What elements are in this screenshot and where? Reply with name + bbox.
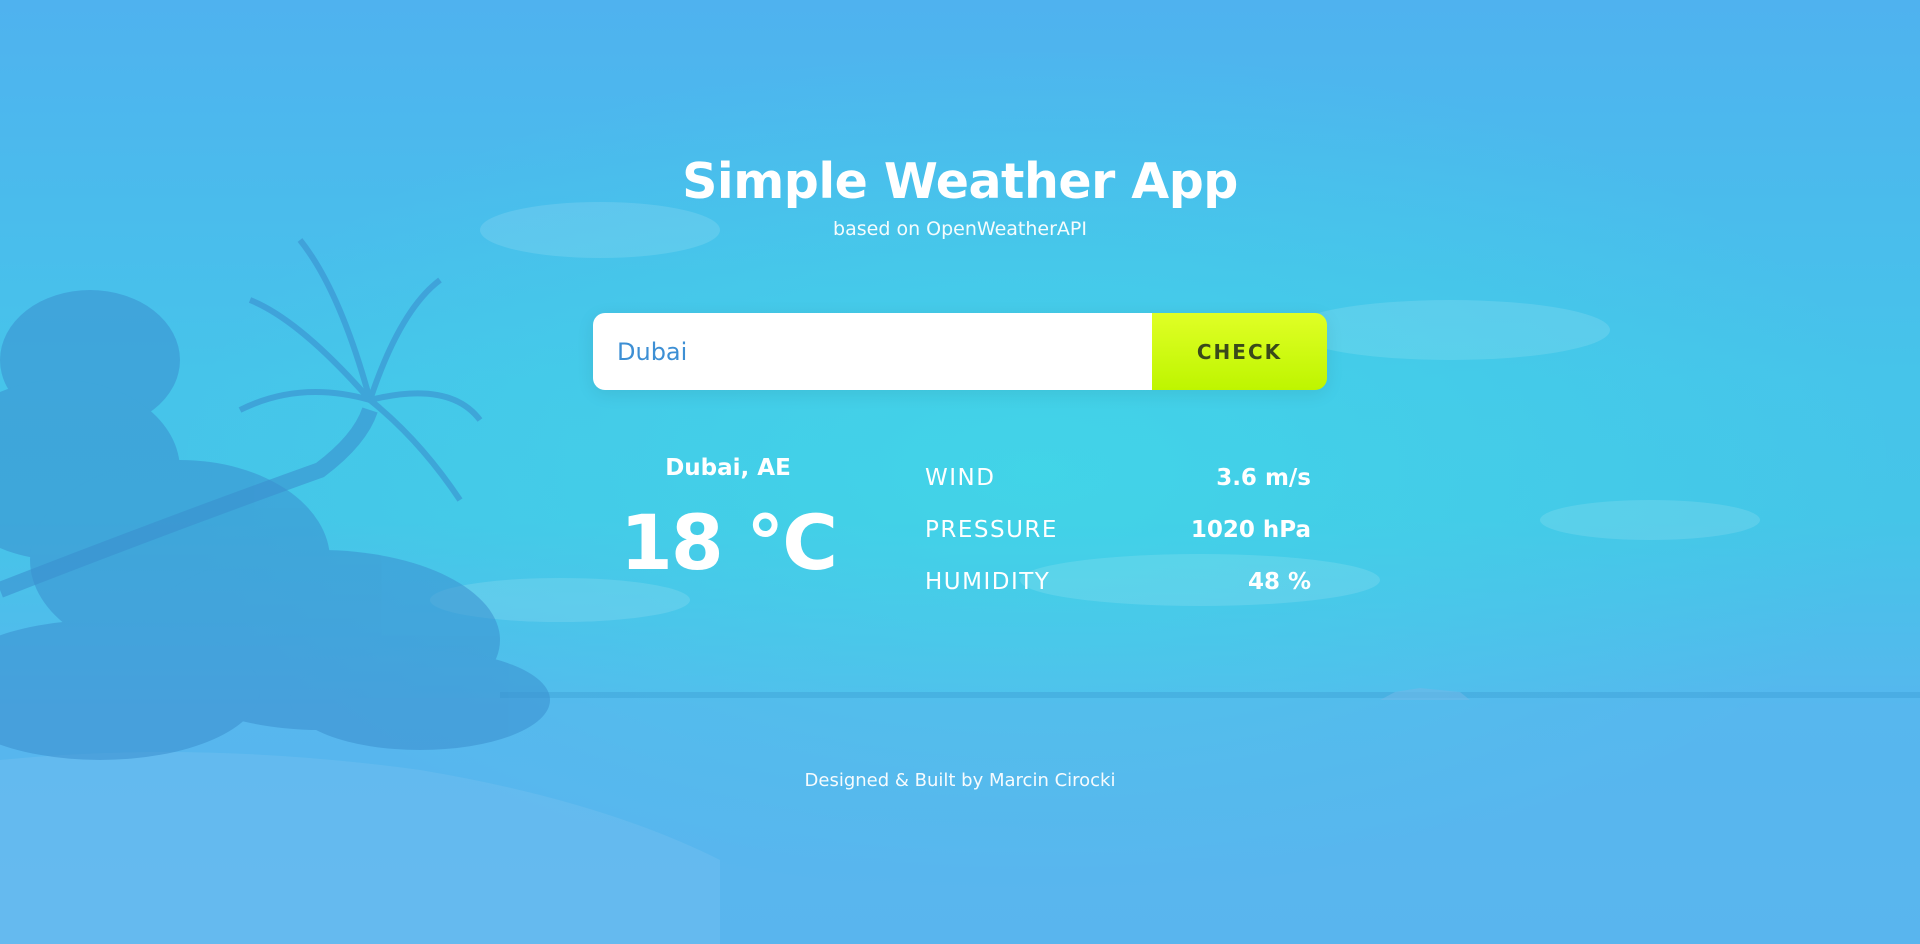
location-label: Dubai, AE [665,455,791,481]
city-search-input[interactable] [593,313,1152,390]
search-bar: CHECK [593,313,1327,390]
page-title: Simple Weather App [682,153,1238,210]
stat-label: PRESSURE [925,517,1058,543]
stat-row-pressure: PRESSURE 1020 hPa [925,504,1311,556]
check-button[interactable]: CHECK [1152,313,1327,390]
stat-value: 3.6 m/s [1216,465,1311,491]
stat-value: 1020 hPa [1190,517,1311,543]
temperature-value: 18 °C [620,498,838,587]
stat-value: 48 % [1247,569,1311,595]
stat-row-wind: WIND 3.6 m/s [925,452,1311,504]
stat-label: WIND [925,465,996,491]
page-subtitle: based on OpenWeatherAPI [833,218,1087,240]
weather-summary: Dubai, AE 18 °C [613,452,843,588]
stat-label: HUMIDITY [925,569,1051,595]
page-header: Simple Weather App based on OpenWeatherA… [0,152,1920,242]
stat-row-humidity: HUMIDITY 48 % [925,556,1311,608]
weather-stats: WIND 3.6 m/s PRESSURE 1020 hPa HUMIDITY … [925,452,1311,608]
footer-credit: Designed & Built by Marcin Cirocki [804,770,1116,791]
